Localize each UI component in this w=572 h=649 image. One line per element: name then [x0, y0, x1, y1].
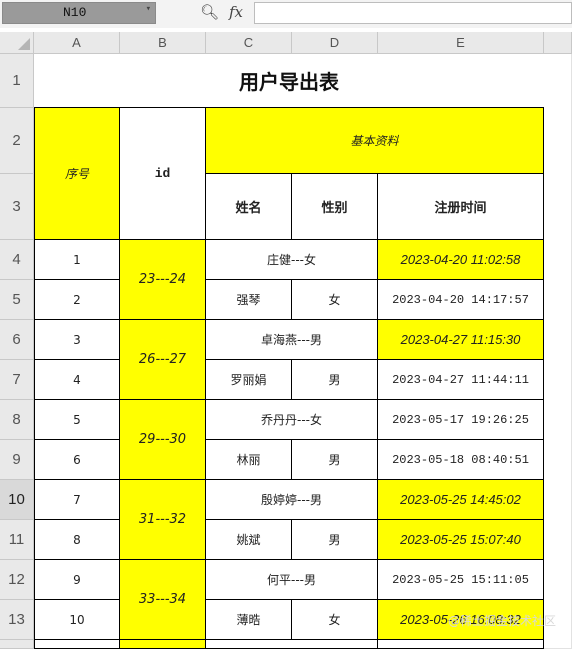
cell-seq[interactable]: 8 — [34, 520, 120, 560]
cell-seq[interactable]: 6 — [34, 440, 120, 480]
header-gender[interactable]: 性别 — [292, 174, 378, 240]
row-header-11[interactable]: 11 — [0, 520, 34, 560]
cell-name-merged[interactable]: 乔丹丹---女 — [206, 400, 378, 440]
column-header-e[interactable]: E — [378, 32, 544, 54]
column-f-empty[interactable] — [544, 54, 572, 649]
column-header-b[interactable]: B — [120, 32, 206, 54]
cell-seq[interactable]: 1 — [34, 240, 120, 280]
cell-id-group[interactable]: 33---34 — [120, 560, 206, 640]
row-header-2[interactable]: 2 — [0, 108, 34, 174]
column-header-f[interactable] — [544, 32, 572, 54]
row-header-12[interactable]: 12 — [0, 560, 34, 600]
header-seq[interactable]: 序号 — [34, 108, 120, 240]
row-header-8[interactable]: 8 — [0, 400, 34, 440]
cell-name[interactable]: 薄晧 — [206, 600, 292, 640]
cell-reg-time[interactable]: 2023-04-20 11:02:58 — [378, 240, 544, 280]
name-box-value: N10 — [63, 5, 87, 20]
cell-seq[interactable]: 7 — [34, 480, 120, 520]
cell-reg-time-partial[interactable] — [378, 640, 544, 649]
fx-icon[interactable]: fx — [229, 3, 243, 21]
cell-reg-time[interactable]: 2023-05-17 19:26:25 — [378, 400, 544, 440]
cell-reg-time[interactable]: 2023-05-25 15:11:05 — [378, 560, 544, 600]
sheet-title[interactable]: 用户导出表 — [34, 54, 544, 108]
cell-gender[interactable]: 女 — [292, 600, 378, 640]
cell-reg-time[interactable]: 2023-05-18 08:40:51 — [378, 440, 544, 480]
cell-reg-time[interactable]: 2023-04-27 11:44:11 — [378, 360, 544, 400]
row-header-3[interactable]: 3 — [0, 174, 34, 240]
chevron-down-icon[interactable]: ▾ — [146, 4, 151, 14]
row-header-1[interactable]: 1 — [0, 54, 34, 108]
cell-id-group[interactable]: 26---27 — [120, 320, 206, 400]
column-header-d[interactable]: D — [292, 32, 378, 54]
cell-seq[interactable]: 10 — [34, 600, 120, 640]
column-header-c[interactable]: C — [206, 32, 292, 54]
cell-gender[interactable]: 男 — [292, 520, 378, 560]
row-header-10[interactable]: 10 — [0, 480, 34, 520]
header-id[interactable]: id — [120, 108, 206, 240]
cell-seq[interactable]: 4 — [34, 360, 120, 400]
cell-name[interactable]: 强琴 — [206, 280, 292, 320]
cell-name[interactable]: 林丽 — [206, 440, 292, 480]
row-header-4[interactable]: 4 — [0, 240, 34, 280]
watermark: @稀土掘金技术社区 — [447, 614, 556, 628]
name-box[interactable]: N10 ▾ — [2, 2, 156, 24]
cell-seq[interactable]: 5 — [34, 400, 120, 440]
cell-reg-time[interactable]: 2023-04-27 11:15:30 — [378, 320, 544, 360]
cell-id-group[interactable]: 23---24 — [120, 240, 206, 320]
cell-seq[interactable]: 9 — [34, 560, 120, 600]
cell-name[interactable]: 罗丽娟 — [206, 360, 292, 400]
row-header-6[interactable]: 6 — [0, 320, 34, 360]
cell-seq-partial[interactable] — [34, 640, 120, 649]
row-header-13[interactable]: 13 — [0, 600, 34, 640]
cell-name-merged[interactable]: 庄健---女 — [206, 240, 378, 280]
cell-gender[interactable]: 男 — [292, 440, 378, 480]
formula-input[interactable] — [254, 2, 572, 24]
column-header-a[interactable]: A — [34, 32, 120, 54]
select-all-corner[interactable] — [0, 32, 34, 54]
cell-name[interactable]: 姚斌 — [206, 520, 292, 560]
cell-reg-time[interactable]: 2023-05-25 14:45:02 — [378, 480, 544, 520]
cell-gender[interactable]: 女 — [292, 280, 378, 320]
cell-gender[interactable]: 男 — [292, 360, 378, 400]
cell-reg-time[interactable]: 2023-04-20 14:17:57 — [378, 280, 544, 320]
cell-name-merged[interactable]: 卓海燕---男 — [206, 320, 378, 360]
cell-id-partial[interactable] — [120, 640, 206, 649]
sheet-grid: 用户导出表 序号 id 基本资料 姓名 性别 注册时间 1 2 3 4 5 6 … — [34, 54, 572, 649]
cell-name-partial[interactable] — [206, 640, 378, 649]
header-basic-info[interactable]: 基本资料 — [206, 108, 544, 174]
row-header-9[interactable]: 9 — [0, 440, 34, 480]
cell-id-group[interactable]: 29---30 — [120, 400, 206, 480]
magnifier-icon[interactable]: 🔍︎ — [200, 3, 219, 21]
cell-reg-time[interactable]: 2023-05-25 15:07:40 — [378, 520, 544, 560]
cell-seq[interactable]: 2 — [34, 280, 120, 320]
header-reg-time[interactable]: 注册时间 — [378, 174, 544, 240]
row-header-14[interactable] — [0, 640, 34, 649]
cell-id-group[interactable]: 31---32 — [120, 480, 206, 560]
cell-name-merged[interactable]: 殷婷婷---男 — [206, 480, 378, 520]
row-header-7[interactable]: 7 — [0, 360, 34, 400]
header-name[interactable]: 姓名 — [206, 174, 292, 240]
cell-name-merged[interactable]: 何平---男 — [206, 560, 378, 600]
formula-bar: N10 ▾ 🔍︎ fx — [0, 0, 572, 28]
row-header-5[interactable]: 5 — [0, 280, 34, 320]
cell-seq[interactable]: 3 — [34, 320, 120, 360]
